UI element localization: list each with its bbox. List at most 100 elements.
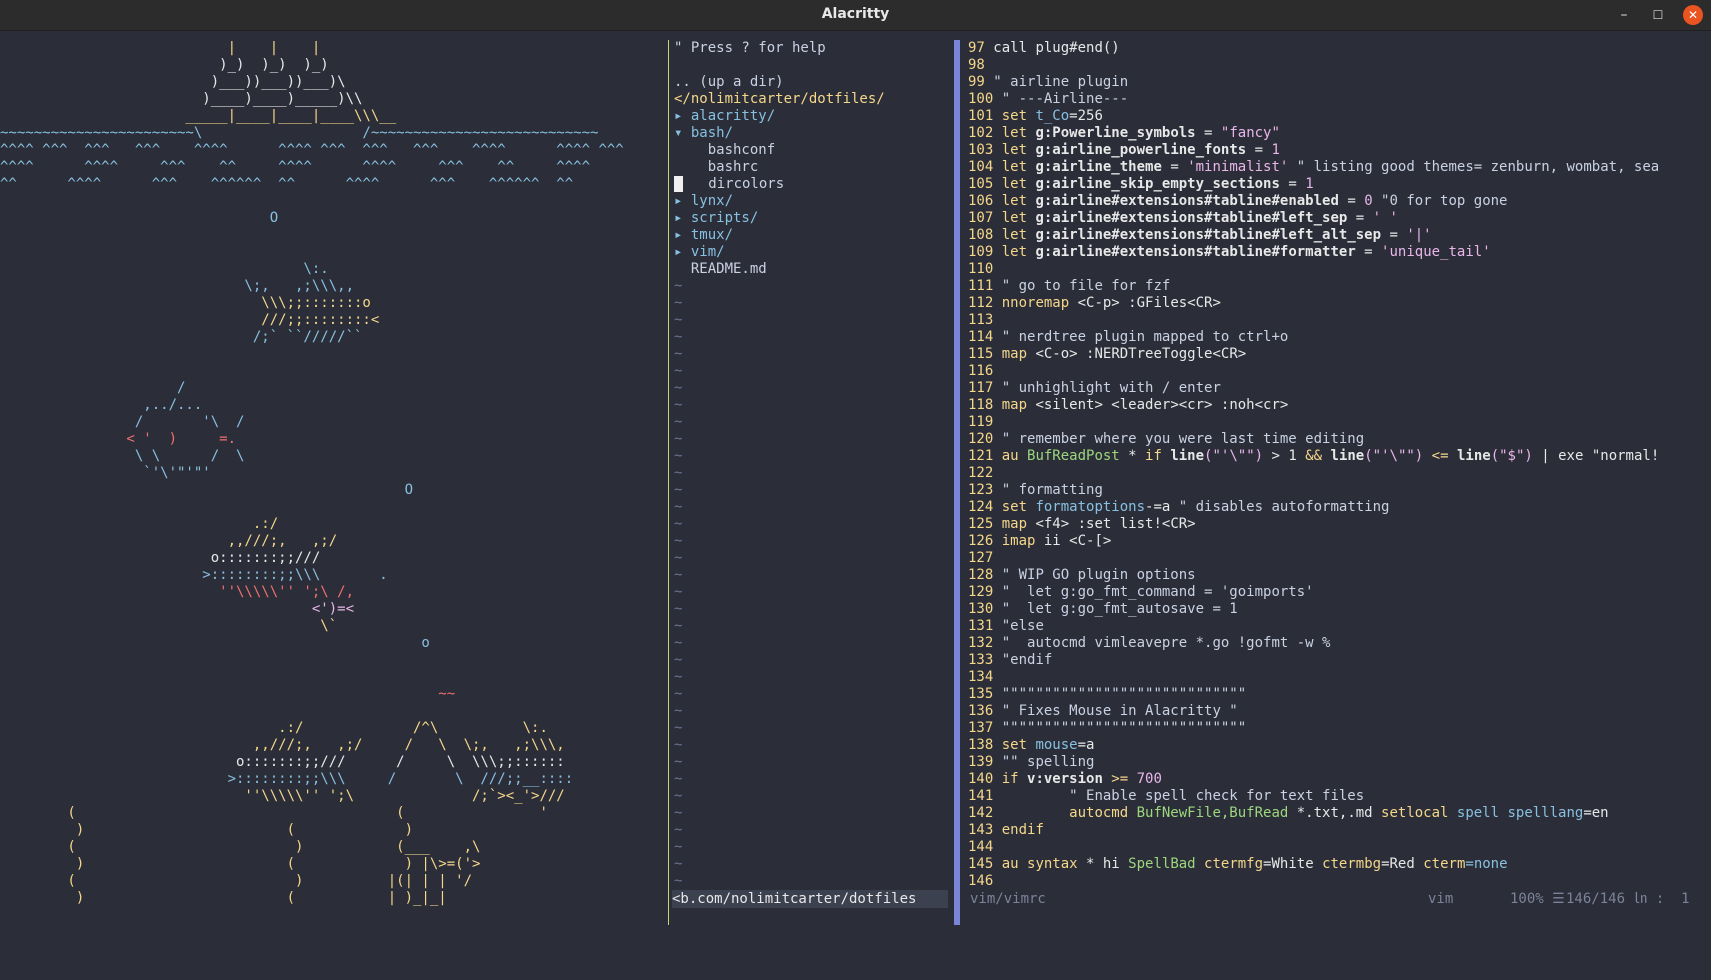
tree-entry-label[interactable]: ▸ lynx/ <box>674 193 733 209</box>
code-line[interactable]: 135 """"""""""""""""""""""""""""" <box>968 686 1711 703</box>
code-line[interactable]: 106 let g:airline#extensions#tabline#ena… <box>968 193 1711 210</box>
tree-entry[interactable]: ▸ vim/ <box>674 244 946 261</box>
nerdtree-pane[interactable]: " Press ? for help .. (up a dir) </nolimit… <box>674 40 946 925</box>
code-token: map <box>993 346 1036 362</box>
pane-separator[interactable] <box>668 40 669 925</box>
line-number: 108 <box>968 227 994 243</box>
code-line[interactable]: 122 <box>968 465 1711 482</box>
code-line[interactable]: 101 set t_Co=256 <box>968 108 1711 125</box>
code-line[interactable]: 145 au syntax * hi SpellBad ctermfg=Whit… <box>968 856 1711 873</box>
empty-line-tilde: ~ <box>674 703 683 719</box>
code-token: "0 for top gone <box>1372 193 1508 209</box>
code-token: =256 <box>1069 108 1103 124</box>
line-number: 129 <box>968 584 994 600</box>
code-line[interactable]: 126 imap ii <C-[> <box>968 533 1711 550</box>
code-line[interactable]: 121 au BufReadPost * if line("'\"") > 1 … <box>968 448 1711 465</box>
code-line[interactable]: 136 " Fixes Mouse in Alacritty " <box>968 703 1711 720</box>
maximize-button[interactable]: ☐ <box>1648 5 1668 25</box>
tree-entry-label[interactable]: ▾ bash/ <box>674 125 733 141</box>
code-line[interactable]: 102 let g:Powerline_symbols = "fancy" <box>968 125 1711 142</box>
empty-line-tilde: ~ <box>674 720 683 736</box>
tree-entry[interactable]: README.md <box>674 261 946 278</box>
code-line[interactable]: 142 autocmd BufNewFile,BufRead *.txt,.md… <box>968 805 1711 822</box>
code-token: t_Co <box>1035 108 1070 124</box>
tree-entry-label[interactable]: bashconf <box>674 142 775 158</box>
code-line[interactable]: 99 " airline plugin <box>968 74 1711 91</box>
code-line[interactable]: 100 " ---Airline--- <box>968 91 1711 108</box>
code-line[interactable]: 146 <box>968 873 1711 890</box>
code-token: let <box>993 210 1036 226</box>
tree-entry[interactable]: ▸ lynx/ <box>674 193 946 210</box>
tree-entry-label[interactable]: ▸ tmux/ <box>674 227 733 243</box>
ascii-art-pane[interactable]: | | | )_) )_) )_) )___))___))___)\ )____… <box>0 40 665 925</box>
code-line[interactable]: 97 call plug#end() <box>968 40 1711 57</box>
pane-separator-active[interactable] <box>954 40 960 925</box>
code-token: imap <box>993 533 1044 549</box>
code-line[interactable]: 111 " go to file for fzf <box>968 278 1711 295</box>
code-line[interactable]: 133 "endif <box>968 652 1711 669</box>
code-line[interactable]: 114 " nerdtree plugin mapped to ctrl+o <box>968 329 1711 346</box>
code-line[interactable]: 112 nnoremap <C-p> :GFiles<CR> <box>968 295 1711 312</box>
code-line[interactable]: 128 " WIP GO plugin options <box>968 567 1711 584</box>
code-line[interactable]: 129 " let g:go_fmt_command = 'goimports' <box>968 584 1711 601</box>
code-line[interactable]: 144 <box>968 839 1711 856</box>
code-line[interactable]: 134 <box>968 669 1711 686</box>
code-line[interactable]: 132 " autocmd vimleavepre *.go !gofmt -w… <box>968 635 1711 652</box>
tree-entry-label[interactable]: bashrc <box>674 159 759 175</box>
close-button[interactable]: ✕ <box>1683 5 1703 25</box>
code-line[interactable]: 105 let g:airline_skip_empty_sections = … <box>968 176 1711 193</box>
code-token: set <box>993 737 1036 753</box>
code-line[interactable]: 143 endif <box>968 822 1711 839</box>
tree-root-path[interactable]: </nolimitcarter/dotfiles/ <box>674 91 946 108</box>
code-line[interactable]: 117 " unhighlight with / enter <box>968 380 1711 397</box>
code-line[interactable]: 119 <box>968 414 1711 431</box>
code-line[interactable]: 110 <box>968 261 1711 278</box>
code-token: let <box>993 159 1036 175</box>
code-line[interactable]: 115 map <C-o> :NERDTreeToggle<CR> <box>968 346 1711 363</box>
code-token: * <box>1119 448 1146 464</box>
code-line[interactable]: 120 " remember where you were last time … <box>968 431 1711 448</box>
code-line[interactable]: 109 let g:airline#extensions#tabline#for… <box>968 244 1711 261</box>
ascii-art-line: ( ) (___ ,\ <box>0 839 481 855</box>
code-line[interactable]: 107 let g:airline#extensions#tabline#lef… <box>968 210 1711 227</box>
tree-entry[interactable]: ▾ bash/ <box>674 125 946 142</box>
code-line[interactable]: 104 let g:airline_theme = 'minimalist' "… <box>968 159 1711 176</box>
tree-entry[interactable]: bashconf <box>674 142 946 159</box>
tree-up-dir[interactable]: .. (up a dir) <box>674 74 946 91</box>
code-line[interactable]: 140 if v:version >= 700 <box>968 771 1711 788</box>
code-line[interactable]: 118 map <silent> <leader><cr> :noh<cr> <box>968 397 1711 414</box>
code-line[interactable]: 108 let g:airline#extensions#tabline#lef… <box>968 227 1711 244</box>
tree-entry[interactable]: ▸ tmux/ <box>674 227 946 244</box>
code-token: autocmd <box>993 805 1137 821</box>
tree-entry[interactable]: dircolors <box>674 176 946 193</box>
code-line[interactable]: 124 set formatoptions-=a " disables auto… <box>968 499 1711 516</box>
code-line[interactable]: 123 " formatting <box>968 482 1711 499</box>
line-number: 123 <box>968 482 994 498</box>
tree-entry[interactable]: bashrc <box>674 159 946 176</box>
tree-entry-label[interactable]: README.md <box>674 261 767 277</box>
tree-entry[interactable]: ▸ alacritty/ <box>674 108 946 125</box>
code-line[interactable]: 139 "" spelling <box>968 754 1711 771</box>
tree-entry-label[interactable]: ▸ alacritty/ <box>674 108 775 124</box>
code-line[interactable]: 127 <box>968 550 1711 567</box>
tree-entry[interactable]: ▸ scripts/ <box>674 210 946 227</box>
code-line[interactable]: 113 <box>968 312 1711 329</box>
editor-pane[interactable]: 97 call plug#end() 98 99 " airline plugin… <box>968 40 1711 905</box>
tree-entry-label[interactable]: ▸ scripts/ <box>674 210 758 226</box>
code-line[interactable]: 138 set mouse=a <box>968 737 1711 754</box>
code-line[interactable]: 98 <box>968 57 1711 74</box>
code-line[interactable]: 141 " Enable spell check for text files <box>968 788 1711 805</box>
code-token: cterm <box>1423 856 1466 872</box>
code-token: " formatting <box>993 482 1103 498</box>
ascii-art-line: o:::::::;;/// / \ \\\;;:::::: <box>0 754 565 770</box>
code-line[interactable]: 116 <box>968 363 1711 380</box>
tree-entry-label[interactable]: dircolors <box>683 176 784 192</box>
code-line[interactable]: 103 let g:airline_powerline_fonts = 1 <box>968 142 1711 159</box>
minimize-button[interactable]: – <box>1614 5 1634 25</box>
tree-entry-label[interactable]: ▸ vim/ <box>674 244 725 260</box>
code-line[interactable]: 130 " let g:go_fmt_autosave = 1 <box>968 601 1711 618</box>
code-line[interactable]: 131 "else <box>968 618 1711 635</box>
code-line[interactable]: 137 """"""""""""""""""""""""""""" <box>968 720 1711 737</box>
code-line[interactable]: 125 map <f4> :set list!<CR> <box>968 516 1711 533</box>
empty-line-tilde: ~ <box>674 363 683 379</box>
